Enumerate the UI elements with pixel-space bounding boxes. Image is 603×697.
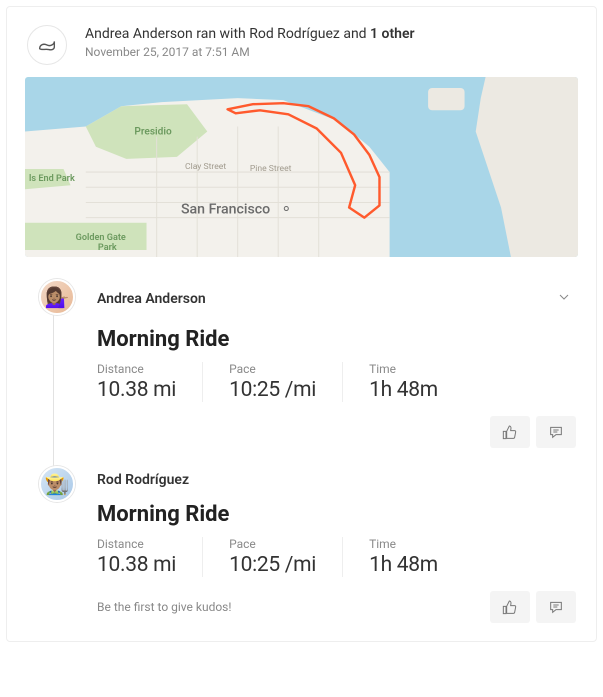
avatar[interactable]: 💁🏽‍♀️: [39, 279, 75, 315]
stat-label: Distance: [97, 537, 176, 551]
activity-card: Andrea Anderson ran with Rod Rodríguez a…: [6, 6, 597, 642]
stat-distance: Distance 10.38 mi: [97, 362, 202, 402]
entry-head: Andrea Anderson: [97, 285, 576, 313]
chevron-down-icon[interactable]: [552, 285, 576, 313]
map-label-sf: San Francisco: [181, 202, 270, 218]
stat-label: Pace: [229, 537, 316, 551]
stat-value: 10.38 mi: [97, 553, 176, 577]
map-label-clay: Clay Street: [185, 162, 226, 172]
athlete-name[interactable]: Rod Rodríguez: [97, 472, 189, 488]
header-text: Andrea Anderson ran with Rod Rodríguez a…: [85, 25, 576, 59]
avatar-emoji: 👨🏽‍🌾: [45, 472, 70, 496]
stat-pace: Pace 10:25 /mi: [202, 362, 342, 402]
actions-row: [97, 416, 576, 448]
stat-time: Time 1h 48m: [342, 537, 464, 577]
svg-text:Park: Park: [98, 243, 117, 253]
map-label-pine: Pine Street: [250, 164, 292, 174]
stat-value: 10:25 /mi: [229, 378, 316, 402]
stat-value: 10.38 mi: [97, 378, 176, 402]
stat-pace: Pace 10:25 /mi: [202, 537, 342, 577]
card-header: Andrea Anderson ran with Rod Rodríguez a…: [7, 7, 596, 77]
avatar-emoji: 💁🏽‍♀️: [45, 285, 70, 309]
map-label-lands-end: ls End Park: [29, 174, 75, 184]
stat-value: 10:25 /mi: [229, 553, 316, 577]
stat-label: Pace: [229, 362, 316, 376]
actions-row: Be the first to give kudos!: [97, 591, 576, 623]
stat-time: Time 1h 48m: [342, 362, 464, 402]
map-label-presidio: Presidio: [134, 127, 172, 138]
headline-prefix: Andrea Anderson ran with Rod Rodríguez a…: [85, 26, 370, 42]
stat-distance: Distance 10.38 mi: [97, 537, 202, 577]
kudos-button[interactable]: [490, 591, 530, 623]
stat-value: 1h 48m: [369, 553, 438, 577]
map-label-ggp: Golden Gate: [76, 233, 126, 243]
route-map[interactable]: ls End Park Presidio Clay Street Pine St…: [25, 77, 578, 257]
headline: Andrea Anderson ran with Rod Rodríguez a…: [85, 25, 576, 43]
stat-label: Distance: [97, 362, 176, 376]
kudos-prompt: Be the first to give kudos!: [97, 600, 231, 614]
avatar[interactable]: 👨🏽‍🌾: [39, 466, 75, 502]
timestamp: November 25, 2017 at 7:51 AM: [85, 45, 576, 59]
activity-title[interactable]: Morning Ride: [97, 327, 576, 352]
stats-row: Distance 10.38 mi Pace 10:25 /mi Time 1h…: [97, 537, 576, 577]
comment-button[interactable]: [536, 416, 576, 448]
kudos-button[interactable]: [490, 416, 530, 448]
sport-run-icon: [27, 25, 67, 65]
comment-button[interactable]: [536, 591, 576, 623]
activity-entry: 💁🏽‍♀️ Andrea Anderson Morning Ride Dista…: [45, 269, 596, 456]
activity-entry: 👨🏽‍🌾 Rod Rodríguez Morning Ride Distance…: [45, 456, 596, 631]
stat-label: Time: [369, 362, 438, 376]
stat-value: 1h 48m: [369, 378, 438, 402]
entries: 💁🏽‍♀️ Andrea Anderson Morning Ride Dista…: [7, 269, 596, 631]
stats-row: Distance 10.38 mi Pace 10:25 /mi Time 1h…: [97, 362, 576, 402]
athlete-name[interactable]: Andrea Anderson: [97, 291, 206, 307]
stat-label: Time: [369, 537, 438, 551]
entry-head: Rod Rodríguez: [97, 472, 576, 488]
headline-bold[interactable]: 1 other: [370, 26, 415, 42]
activity-title[interactable]: Morning Ride: [97, 502, 576, 527]
